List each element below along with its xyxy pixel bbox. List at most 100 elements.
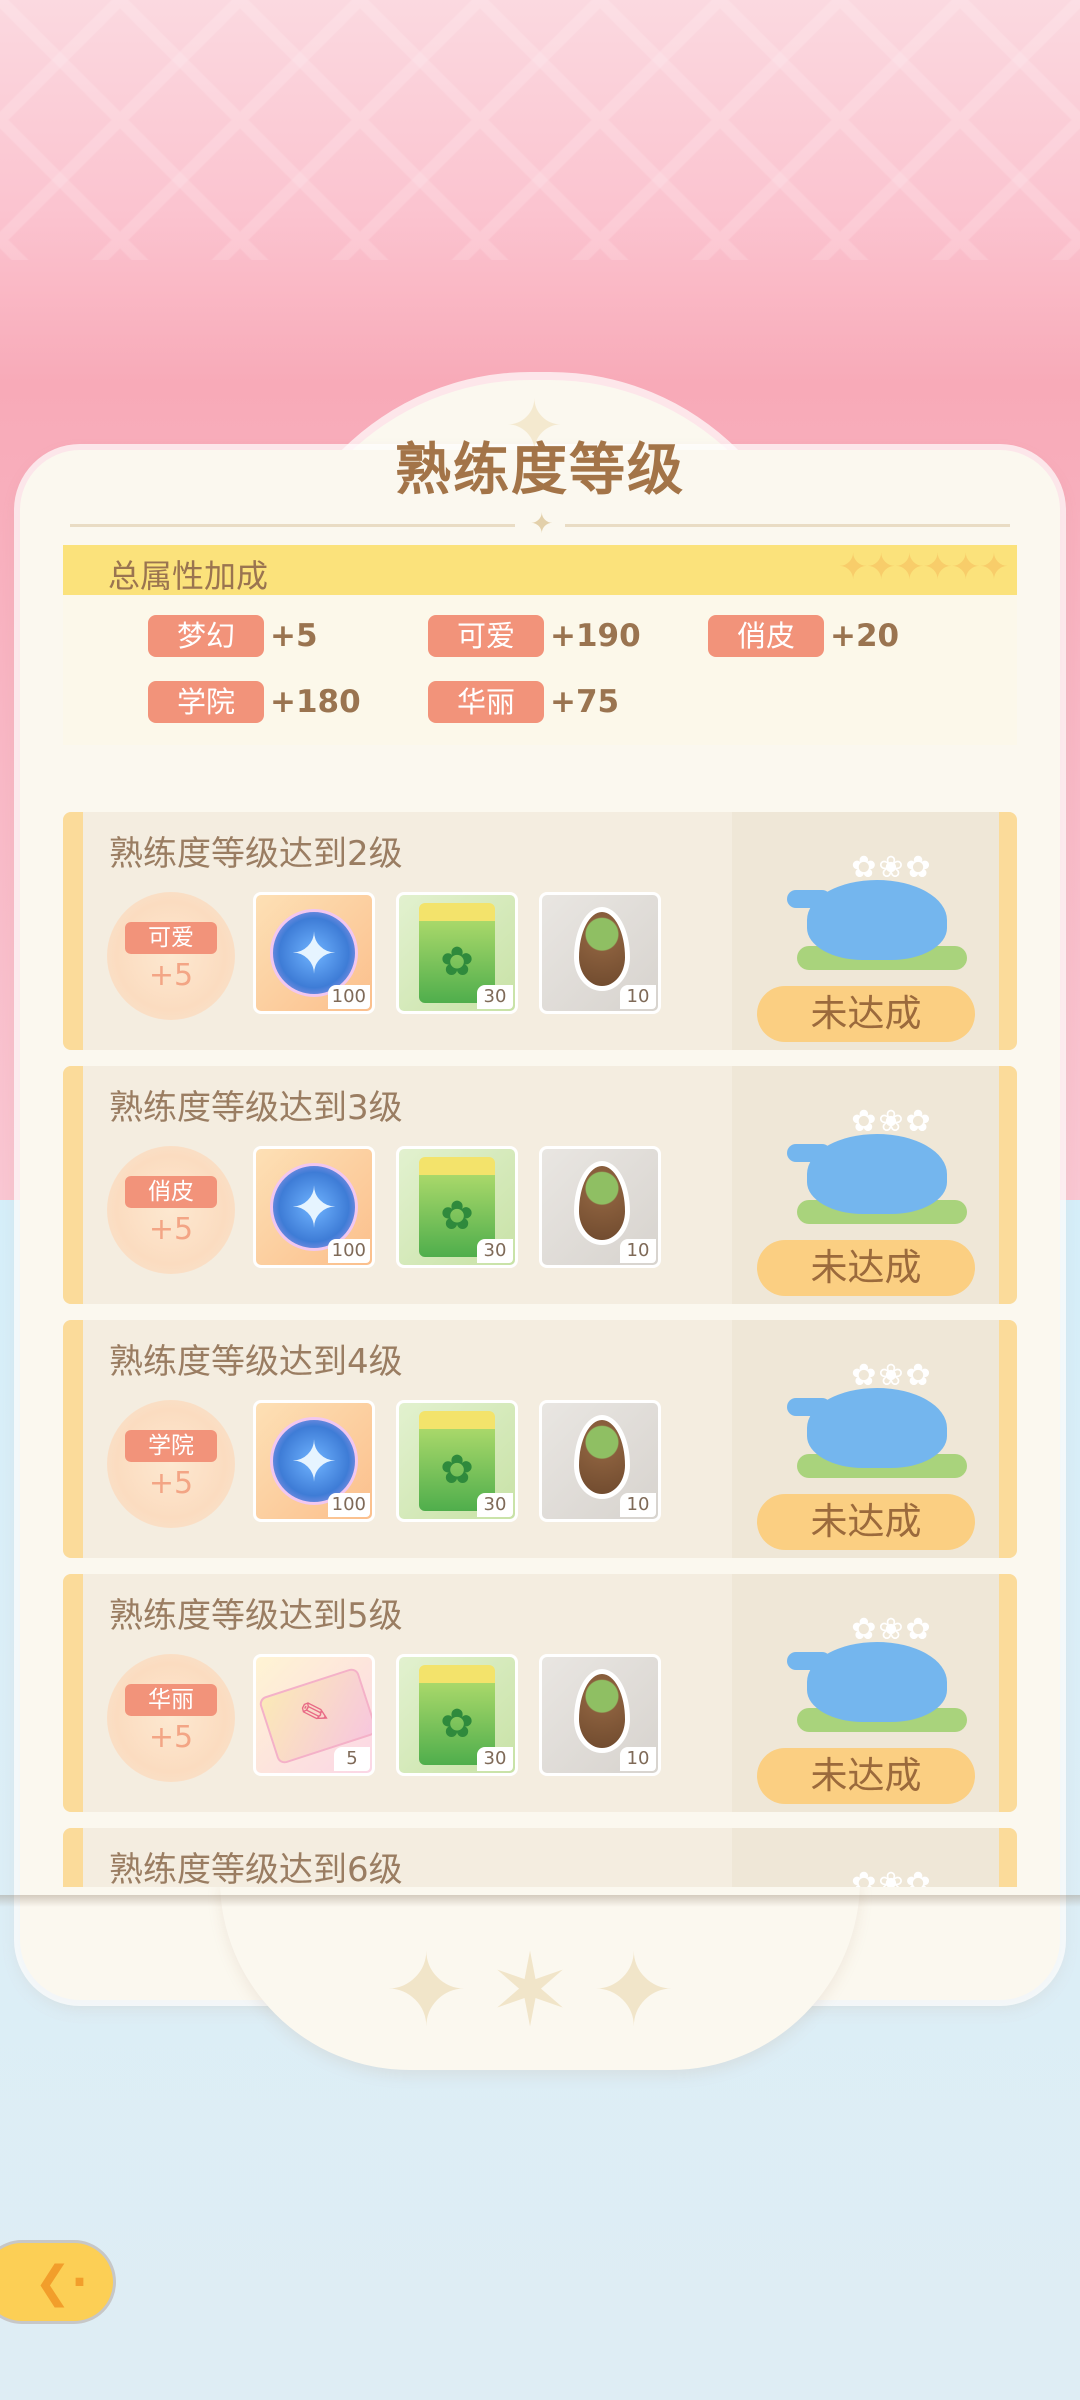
reward-item[interactable]: 10 [539,892,661,1014]
reward-row: 熟练度等级达到6级 ✿❀✿ [63,1828,1017,1887]
bottom-star-ornament-icon: ✦✶✦ [384,1932,696,2049]
flower-icon: ✿❀✿ [851,1612,933,1647]
bonus-attr-playful: 俏皮 +20 [708,615,899,657]
seed-icon [574,1161,630,1245]
row-accent-left [63,1574,83,1812]
reward-row: 熟练度等级达到4级 学院 +5 100 30 10 ✿❀✿ 未达成 [63,1320,1017,1558]
reward-item[interactable]: 5 [253,1654,375,1776]
bonus-attr-cute: 可爱 +190 [428,615,641,657]
attr-reward: 华丽 +5 [107,1654,235,1782]
item-count: 5 [334,1747,370,1771]
not-achieved-button[interactable]: 未达成 [757,1240,975,1296]
compass-icon [270,1163,358,1251]
elephant-watering-can-icon: ✿❀✿ [787,1866,967,1887]
back-button[interactable]: ❮· [0,2240,116,2324]
attr-reward: 学院 +5 [107,1400,235,1528]
item-count: 10 [620,985,656,1009]
attr-reward-badge: 俏皮 [125,1176,217,1208]
reward-item[interactable]: 10 [539,1654,661,1776]
row-accent-left [63,1320,83,1558]
total-bonus-list: 梦幻 +5 可爱 +190 俏皮 +20 学院 +180 华丽 +75 [63,595,1017,745]
not-achieved-button[interactable]: 未达成 [757,986,975,1042]
total-bonus-label: 总属性加成 [108,557,269,595]
item-count: 30 [477,1747,513,1771]
bonus-attr-academy: 学院 +180 [148,681,361,723]
diamond-pattern [0,0,1080,260]
compass-icon [270,909,358,997]
row-accent-right [999,1828,1017,1887]
row-accent-left [63,1828,83,1887]
row-accent-left [63,812,83,1050]
reward-item[interactable]: 100 [253,892,375,1014]
not-achieved-button[interactable]: 未达成 [757,1494,975,1550]
title-divider-right [565,524,1010,527]
attr-badge: 俏皮 [708,615,824,657]
reward-item[interactable]: 30 [396,1654,518,1776]
back-arrow-icon: ❮· [34,2257,88,2308]
item-count: 100 [327,1493,370,1517]
attr-badge: 华丽 [428,681,544,723]
row-title: 熟练度等级达到6级 [109,1850,403,1887]
attr-value: +20 [830,618,900,654]
total-bonus-header: 总属性加成 ✦✦✦✦✦✦ [63,545,1017,595]
row-title: 熟练度等级达到3级 [109,1088,403,1128]
bonus-attr-fantasy: 梦幻 +5 [148,615,318,657]
item-count: 30 [477,1239,513,1263]
divider-diamond-icon: ✦ [530,507,554,540]
reward-item[interactable]: 10 [539,1400,661,1522]
attr-reward-badge: 学院 [125,1430,217,1462]
row-accent-right [999,1574,1017,1812]
bonus-attr-gorgeous: 华丽 +75 [428,681,619,723]
reward-row: 熟练度等级达到5级 华丽 +5 5 30 10 ✿❀✿ 未达成 [63,1574,1017,1812]
row-title: 熟练度等级达到5级 [109,1596,403,1636]
reward-row: 熟练度等级达到3级 俏皮 +5 100 30 10 ✿❀✿ 未达成 [63,1066,1017,1304]
reward-item[interactable]: 30 [396,1146,518,1268]
list-fade-edge [0,1895,1080,1907]
attr-reward-badge: 可爱 [125,922,217,954]
attr-value: +75 [550,684,620,720]
reward-row: 熟练度等级达到2级 可爱 +5 100 30 10 ✿❀✿ 未达成 [63,812,1017,1050]
elephant-watering-can-icon: ✿❀✿ [787,850,967,970]
item-count: 10 [620,1493,656,1517]
seed-icon [574,1415,630,1499]
reward-item[interactable]: 30 [396,1400,518,1522]
attr-value: +180 [270,684,361,720]
attr-reward: 可爱 +5 [107,892,235,1020]
attr-reward-badge: 华丽 [125,1684,217,1716]
seed-icon [574,1669,630,1753]
elephant-watering-can-icon: ✿❀✿ [787,1104,967,1224]
attr-reward-value: +5 [148,958,194,993]
reward-item[interactable]: 30 [396,892,518,1014]
compass-icon [270,1417,358,1505]
row-accent-right [999,1320,1017,1558]
flower-icon: ✿❀✿ [851,850,933,885]
seed-icon [574,907,630,991]
attr-badge: 可爱 [428,615,544,657]
row-title: 熟练度等级达到2级 [109,834,403,874]
attr-value: +5 [270,618,318,654]
attr-reward-value: +5 [148,1720,194,1755]
row-title: 熟练度等级达到4级 [109,1342,403,1382]
item-count: 10 [620,1747,656,1771]
not-achieved-button[interactable]: 未达成 [757,1748,975,1804]
elephant-watering-can-icon: ✿❀✿ [787,1358,967,1478]
row-accent-right [999,812,1017,1050]
item-count: 30 [477,985,513,1009]
attr-badge: 学院 [148,681,264,723]
flower-icon: ✿❀✿ [851,1104,933,1139]
row-accent-left [63,1066,83,1304]
reward-item[interactable]: 100 [253,1400,375,1522]
attr-reward-value: +5 [148,1466,194,1501]
flower-icon: ✿❀✿ [851,1358,933,1393]
reward-item[interactable]: 10 [539,1146,661,1268]
row-accent-right [999,1066,1017,1304]
attr-reward: 俏皮 +5 [107,1146,235,1274]
item-count: 100 [327,1239,370,1263]
title-divider-left [70,524,515,527]
flower-icon: ✿❀✿ [851,1866,933,1887]
reward-item[interactable]: 100 [253,1146,375,1268]
elephant-watering-can-icon: ✿❀✿ [787,1612,967,1732]
attr-value: +190 [550,618,641,654]
reward-list[interactable]: 熟练度等级达到2级 可爱 +5 100 30 10 ✿❀✿ 未达成 熟练度等级 [63,812,1023,1887]
page-title: 熟练度等级 [395,438,685,503]
